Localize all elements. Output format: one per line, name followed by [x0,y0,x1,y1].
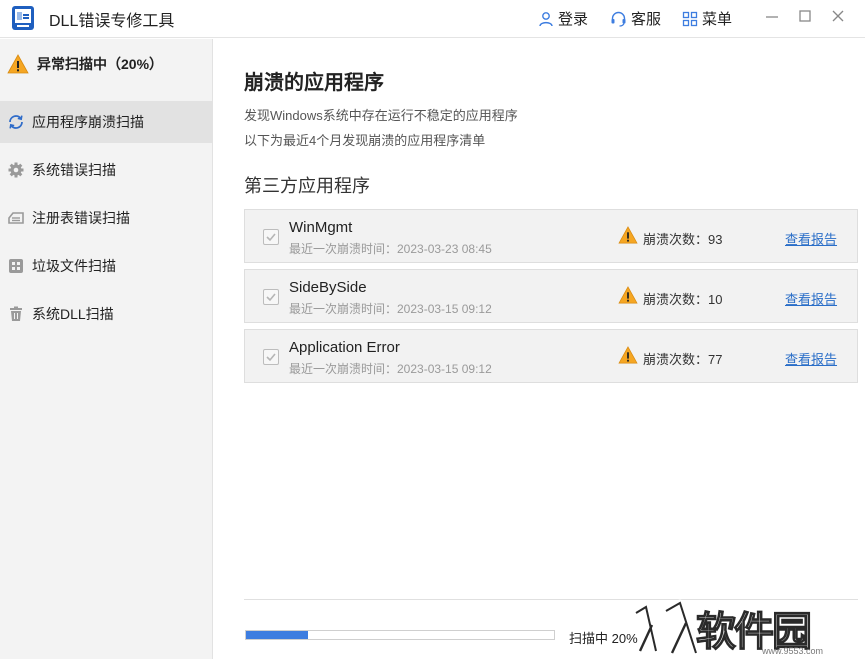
row-checkbox[interactable] [263,289,279,305]
description-line-1: 发现Windows系统中存在运行不稳定的应用程序 [244,108,518,123]
sidebar-item-junk-file-scan[interactable]: 垃圾文件扫描 [0,245,212,287]
last-crash-time: 最近一次崩溃时间：2023-03-15 09:12 [289,302,492,316]
headset-icon [611,11,626,27]
registry-icon [7,209,25,227]
sidebar-item-label: 系统错误扫描 [32,162,116,178]
row-checkbox[interactable] [263,349,279,365]
refresh-icon [7,113,25,131]
scan-status: 异常扫描中（20%） [7,54,163,74]
app-logo-icon [12,6,34,30]
gear-icon [7,161,25,179]
crash-count: 崩溃次数：10 [643,292,723,307]
crash-count: 崩溃次数：77 [643,352,723,367]
section-title: 第三方应用程序 [244,176,370,196]
title-bar: DLL错误专修工具 登录 客服 菜单 [0,0,865,38]
app-name: Application Error [289,339,400,356]
page-title: 崩溃的应用程序 [244,72,384,94]
app-name: WinMgmt [289,219,353,236]
scan-progress-bar [245,630,555,640]
warning-icon [618,226,638,244]
checkmark-icon [266,353,276,362]
warning-icon [7,54,29,74]
trash-icon [7,305,25,323]
description-line-2: 以下为最近4个月发现崩溃的应用程序清单 [244,133,486,148]
sidebar-item-app-crash-scan[interactable]: 应用程序崩溃扫描 [0,101,212,143]
last-crash-time: 最近一次崩溃时间：2023-03-15 09:12 [289,362,492,376]
login-label: 登录 [558,11,589,28]
app-row: SideBySide 最近一次崩溃时间：2023-03-15 09:12 崩溃次… [244,269,858,323]
menu-button[interactable]: 菜单 [682,8,732,29]
scan-progress-fill [246,631,308,639]
sidebar-item-registry-error-scan[interactable]: 注册表错误扫描 [0,197,212,239]
checkmark-icon [266,293,276,302]
app-name: SideBySide [289,279,367,296]
junk-files-icon [7,257,25,275]
close-icon[interactable] [828,6,848,26]
person-logo-icon [634,599,700,655]
crash-count: 崩溃次数：93 [643,232,723,247]
app-row: WinMgmt 最近一次崩溃时间：2023-03-23 08:45 崩溃次数：9… [244,209,858,263]
view-report-link[interactable]: 查看报告 [785,349,837,368]
watermark: 软件园 www.9553.com [622,595,865,659]
view-report-link[interactable]: 查看报告 [785,229,837,248]
watermark-domain: www.9553.com [762,646,824,656]
checkmark-icon [266,233,276,242]
sidebar-item-system-error-scan[interactable]: 系统错误扫描 [0,149,212,191]
app-row: Application Error 最近一次崩溃时间：2023-03-15 09… [244,329,858,383]
sidebar-item-label: 垃圾文件扫描 [32,258,116,274]
sidebar-item-label: 注册表错误扫描 [32,210,130,226]
sidebar-item-label: 应用程序崩溃扫描 [32,114,144,130]
sidebar-item-label: 系统DLL扫描 [32,306,114,322]
row-checkbox[interactable] [263,229,279,245]
user-icon [539,11,553,26]
minimize-icon[interactable] [762,6,782,26]
maximize-icon[interactable] [795,6,815,26]
customer-service-label: 客服 [631,11,662,28]
view-report-link[interactable]: 查看报告 [785,289,837,308]
sidebar-item-system-dll-scan[interactable]: 系统DLL扫描 [0,293,212,335]
menu-label: 菜单 [702,11,733,28]
grid-icon [682,11,698,26]
warning-icon [618,286,638,304]
app-title: DLL错误专修工具 [49,13,175,30]
warning-icon [618,346,638,364]
sidebar: 异常扫描中（20%） 应用程序崩溃扫描 系统错误扫描 注册表错误扫描 垃圾文件扫… [0,39,213,659]
last-crash-time: 最近一次崩溃时间：2023-03-23 08:45 [289,242,492,256]
scan-status-label: 异常扫描中（20%） [37,56,164,72]
customer-service-button[interactable]: 客服 [610,8,661,29]
login-button[interactable]: 登录 [538,8,588,29]
main-panel: 崩溃的应用程序 发现Windows系统中存在运行不稳定的应用程序 以下为最近4个… [214,39,865,659]
